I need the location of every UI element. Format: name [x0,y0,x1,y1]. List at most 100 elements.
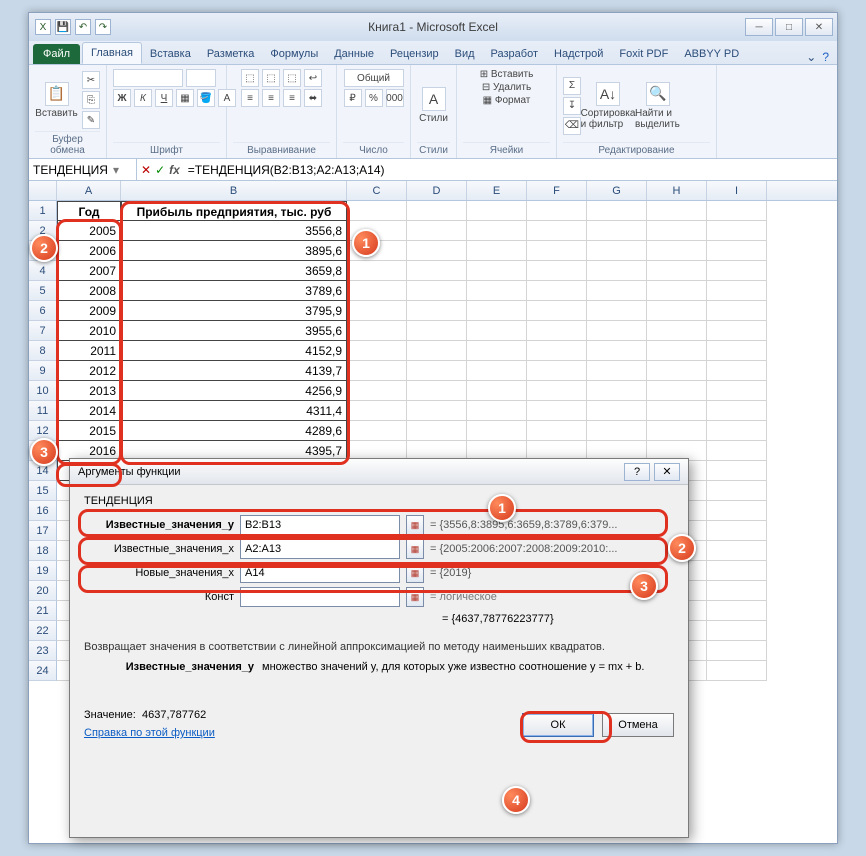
wrap-icon[interactable]: ↩ [304,69,322,87]
cell[interactable] [407,341,467,361]
tab-data[interactable]: Данные [326,44,382,64]
cell[interactable] [587,201,647,221]
cell[interactable] [707,421,767,441]
col-header-F[interactable]: F [527,181,587,200]
cell[interactable] [707,381,767,401]
cell[interactable]: 3895,6 [121,241,347,261]
save-icon[interactable]: 💾 [55,19,71,35]
cell[interactable] [467,401,527,421]
paste-button[interactable]: 📋Вставить [35,82,78,119]
cell[interactable] [407,221,467,241]
cell[interactable] [467,301,527,321]
cell[interactable] [647,241,707,261]
row-header[interactable]: 23 [29,641,57,661]
cell[interactable] [527,301,587,321]
cell[interactable] [707,441,767,461]
cell[interactable] [587,281,647,301]
col-header-G[interactable]: G [587,181,647,200]
cell[interactable] [347,381,407,401]
cell[interactable] [407,201,467,221]
cell[interactable] [407,361,467,381]
cell[interactable]: 2008 [57,281,121,301]
ok-button[interactable]: ОК [522,713,594,737]
cell[interactable] [647,301,707,321]
cancel-button[interactable]: Отмена [602,713,674,737]
cell[interactable] [647,221,707,241]
tab-insert[interactable]: Вставка [142,44,199,64]
row-header[interactable]: 4 [29,261,57,281]
row-header[interactable]: 7 [29,321,57,341]
cell[interactable]: 4152,9 [121,341,347,361]
row-header[interactable]: 5 [29,281,57,301]
row-header[interactable]: 16 [29,501,57,521]
cell[interactable]: 3789,6 [121,281,347,301]
cell[interactable]: 3659,8 [121,261,347,281]
border-icon[interactable]: ▦ [176,89,194,107]
row-header[interactable]: 22 [29,621,57,641]
cell[interactable]: 2012 [57,361,121,381]
cell[interactable] [407,241,467,261]
cell[interactable] [527,381,587,401]
tab-addins[interactable]: Надстрой [546,44,611,64]
currency-icon[interactable]: ₽ [344,89,362,107]
cell[interactable] [467,261,527,281]
cell[interactable] [707,221,767,241]
format-cells[interactable]: ▦ Формат [483,95,531,106]
cell[interactable] [587,421,647,441]
cell[interactable]: 2007 [57,261,121,281]
row-header[interactable]: 18 [29,541,57,561]
tab-review[interactable]: Рецензир [382,44,447,64]
insert-cells[interactable]: ⊞ Вставить [480,69,534,80]
fill-down-icon[interactable]: ↧ [563,97,581,115]
cell[interactable] [467,321,527,341]
underline-icon[interactable]: Ч [155,89,173,107]
row-header[interactable]: 9 [29,361,57,381]
cell[interactable] [527,361,587,381]
row-header[interactable]: 21 [29,601,57,621]
cell[interactable]: 2005 [57,221,121,241]
maximize-button[interactable]: □ [775,18,803,36]
cell[interactable] [527,261,587,281]
undo-icon[interactable]: ↶ [75,19,91,35]
cell[interactable]: 4256,9 [121,381,347,401]
cell[interactable]: 4289,6 [121,421,347,441]
row-header[interactable]: 10 [29,381,57,401]
cell[interactable] [467,341,527,361]
cell[interactable] [527,281,587,301]
copy-icon[interactable]: ⎘ [82,91,100,109]
cell[interactable] [347,361,407,381]
cell[interactable]: 2015 [57,421,121,441]
align-mid-icon[interactable]: ⬚ [262,69,280,87]
bold-icon[interactable]: Ж [113,89,131,107]
tab-abbyy[interactable]: ABBYY PD [676,44,747,64]
cell[interactable] [647,361,707,381]
row-header[interactable]: 17 [29,521,57,541]
cell[interactable] [407,401,467,421]
cell[interactable] [707,321,767,341]
name-box-input[interactable] [33,163,113,177]
arg-new-x-input[interactable] [240,563,400,583]
delete-cells[interactable]: ⊟ Удалить [482,82,531,93]
cell[interactable] [647,321,707,341]
cell[interactable] [467,421,527,441]
name-box[interactable]: ▾ [29,159,137,180]
cancel-formula-icon[interactable]: ✕ [141,163,151,177]
cell[interactable] [707,401,767,421]
cell[interactable]: Прибыль предприятия, тыс. руб [121,201,347,221]
font-name[interactable] [113,69,183,87]
cell[interactable] [707,301,767,321]
cell[interactable] [587,301,647,321]
cell[interactable] [707,261,767,281]
align-bot-icon[interactable]: ⬚ [283,69,301,87]
cell[interactable] [647,421,707,441]
help-icon[interactable]: ? [822,50,829,64]
dialog-close-button[interactable]: ✕ [654,463,680,481]
cell[interactable]: 2013 [57,381,121,401]
cell[interactable] [707,461,767,481]
cell[interactable] [407,321,467,341]
col-header-D[interactable]: D [407,181,467,200]
row-header[interactable]: 6 [29,301,57,321]
autosum-icon[interactable]: Σ [563,77,581,95]
cell[interactable]: 3795,9 [121,301,347,321]
cell[interactable] [407,421,467,441]
